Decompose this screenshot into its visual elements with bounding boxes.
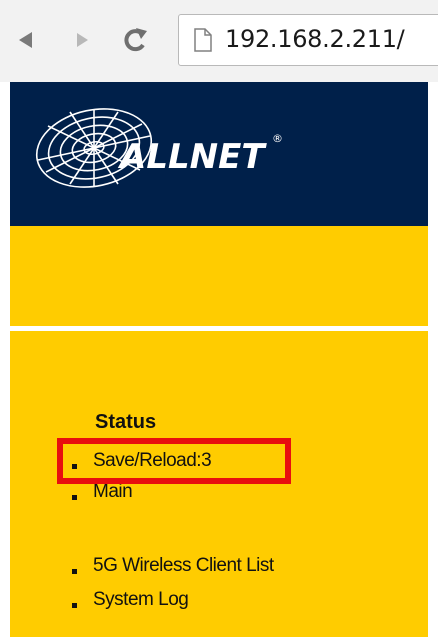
menu-item-label: Main: [93, 481, 133, 502]
back-button[interactable]: [10, 22, 40, 58]
menu-item-save-reload[interactable]: Save/Reload:3: [72, 448, 212, 472]
menu-item-label: 5G Wireless Client List: [93, 555, 274, 576]
bullet-icon: [72, 464, 77, 469]
brand-header: ALLNET ®: [10, 82, 428, 226]
top-banner: [10, 226, 428, 326]
menu-item-5g-wireless-client-list[interactable]: 5G Wireless Client List: [72, 553, 274, 577]
reload-button[interactable]: [120, 22, 150, 58]
menu-item-main[interactable]: Main: [72, 479, 133, 503]
bullet-icon: [72, 495, 77, 500]
page-margin: [0, 82, 10, 637]
allnet-logo: ALLNET ®: [35, 108, 283, 188]
bullet-icon: [72, 603, 77, 608]
menu-item-system-log[interactable]: System Log: [72, 587, 189, 611]
reload-icon: [124, 28, 147, 52]
registered-mark: ®: [272, 132, 283, 145]
bullet-icon: [72, 569, 77, 574]
back-arrow-icon: [19, 32, 32, 48]
forward-button[interactable]: [68, 22, 98, 58]
logo-text: ALLNET: [117, 137, 267, 177]
page-content: ALLNET ® Status Save/Reload:3 Main 5G Wi…: [10, 82, 428, 637]
menu-item-label: Save/Reload:3: [93, 450, 212, 471]
menu-item-label: System Log: [93, 589, 189, 610]
address-bar[interactable]: 192.168.2.211/: [178, 14, 438, 66]
forward-arrow-icon: [77, 33, 88, 47]
browser-toolbar: 192.168.2.211/: [0, 0, 438, 82]
address-url: 192.168.2.211/: [225, 25, 405, 53]
side-menu: Status Save/Reload:3 Main 5G Wireless Cl…: [10, 331, 428, 637]
menu-title-status: Status: [95, 411, 157, 433]
page-icon: [194, 28, 212, 52]
